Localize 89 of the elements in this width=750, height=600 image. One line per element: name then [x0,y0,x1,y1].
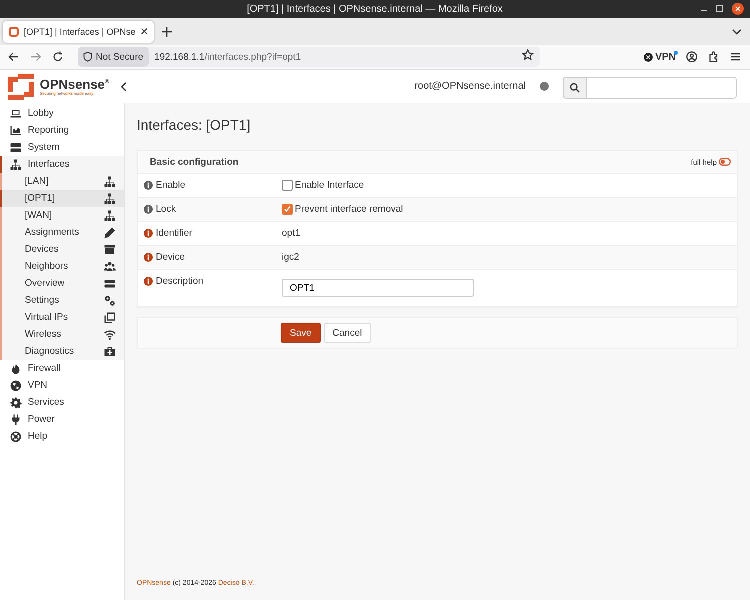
info-icon[interactable] [144,229,153,238]
sidebar-subitem[interactable]: Neighbors [2,258,124,275]
sidebar-item[interactable]: Reporting [0,122,124,139]
toggle-icon[interactable] [719,158,731,166]
checkbox[interactable] [282,180,293,191]
server-icon [104,278,116,290]
server-icon [10,142,22,154]
field-label: Device [156,252,186,263]
sidebar-item[interactable]: Help [0,428,124,445]
collapse-icon[interactable] [121,82,128,92]
sidebar-subitem[interactable]: Overview [2,275,124,292]
search-icon [570,82,580,92]
page-title: Interfaces: [OPT1] [137,117,252,133]
cancel-button[interactable]: Cancel [324,323,372,343]
lifebuoy-icon [10,430,22,442]
sidebar-subitem[interactable]: [OPT1] [0,190,124,207]
logo-icon [6,72,36,100]
wifi-icon [104,328,116,340]
sitemap-icon [10,158,22,170]
sidebar-subitem[interactable]: Wireless [2,326,124,343]
gears-icon [104,294,116,306]
sitemap-icon [104,210,116,222]
users-icon [104,260,116,272]
description-field[interactable]: OPT1 [282,279,474,297]
sidebar-item[interactable]: System [0,139,124,156]
logo-text: OPNsense$^{®}$ [40,78,110,90]
sidebar-subitem[interactable]: Diagnostics [2,343,124,360]
maximize-icon[interactable] [716,5,724,13]
close-icon[interactable] [732,3,744,15]
field-label: Description [156,276,204,287]
field-label: Identifier [156,228,192,239]
info-icon[interactable] [144,205,153,214]
security-badge[interactable]: Not Secure [78,47,149,67]
field-label: Enable [156,180,186,191]
sidebar-subitem[interactable]: [WAN] [2,207,124,224]
browser-tab[interactable]: [OPT1] | Interfaces | OPNse [3,20,154,42]
pencil-icon [104,226,116,238]
archive-icon [104,244,116,256]
close-icon[interactable] [140,28,148,35]
sidebar-subitem[interactable]: Assignments [2,224,124,241]
puzzle-icon[interactable] [708,51,720,63]
info-icon[interactable] [144,181,153,190]
sitemap-icon [104,176,116,188]
sidebar-item[interactable]: VPN [0,377,124,394]
gear-icon [10,396,22,408]
favicon-icon [9,26,19,36]
laptop-icon [10,108,22,120]
sitemap-icon [104,192,116,204]
checkbox-label[interactable]: Enable Interface [295,180,364,191]
plug-icon [10,414,22,426]
sidebar-subitem[interactable]: [LAN] [2,173,124,190]
medkit-icon [104,346,116,358]
chart-icon [10,124,22,136]
url-field[interactable]: 192.168.1.1/interfaces.php?if=opt1 [154,52,522,62]
user-label[interactable]: root@OPNsense.internal [414,81,526,92]
sidebar-item[interactable]: Services [0,394,124,411]
flame-icon [10,362,22,374]
sidebar-subitem[interactable]: Settings [2,292,124,309]
info-icon[interactable] [144,253,153,262]
checkbox[interactable] [282,204,293,215]
field-value: opt1 [282,228,300,239]
field-value: igc2 [282,252,300,263]
forward-icon[interactable] [30,51,42,63]
search-field[interactable] [587,76,737,98]
star-icon[interactable] [522,49,534,61]
reload-icon[interactable] [52,51,64,63]
panel-title: Basic configuration [150,156,239,168]
back-icon[interactable] [8,51,20,63]
globe-icon [10,380,22,392]
sidebar-item[interactable]: Interfaces [0,156,124,173]
save-button[interactable]: Save [281,323,321,343]
sidebar-subitem[interactable]: Devices [2,241,124,258]
field-label: Lock [156,204,176,215]
close-circle-icon [644,52,654,62]
window-title: [OPT1] | Interfaces | OPNsense.internal — Mozilla Firefox [247,4,503,14]
checkbox-label[interactable]: Prevent interface removal [295,204,404,215]
sidebar-item[interactable]: Lobby [0,105,124,122]
info-icon[interactable] [144,277,153,286]
vpn-button[interactable]: VPN [644,52,676,62]
clone-icon [104,312,116,324]
menu-icon[interactable] [730,51,742,63]
status-dot [540,82,549,91]
sidebar-item[interactable]: Power [0,411,124,428]
account-icon[interactable] [686,51,698,63]
sidebar-item[interactable]: Firewall [0,360,124,377]
sidebar-subitem[interactable]: Virtual IPs [2,309,124,326]
new-tab-icon[interactable] [162,26,172,36]
search-button[interactable] [563,76,587,98]
chevron-icon[interactable] [732,28,742,34]
